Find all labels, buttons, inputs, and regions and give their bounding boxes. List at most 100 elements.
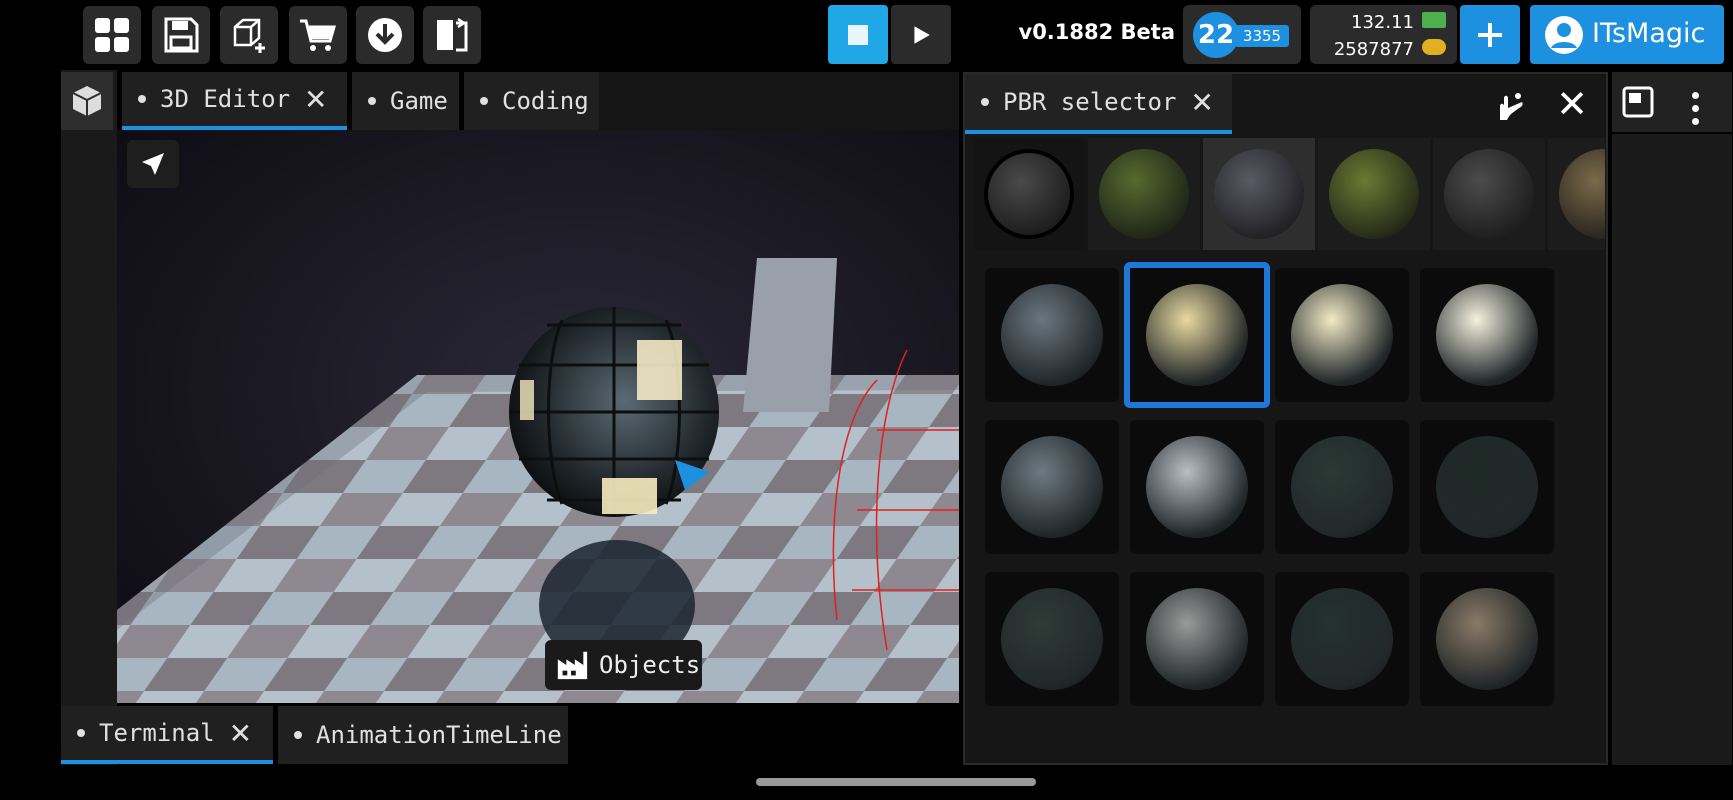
new-cube-icon — [233, 18, 265, 53]
play-icon — [914, 25, 930, 44]
factory-icon — [557, 651, 588, 680]
tab-dot — [480, 97, 488, 105]
close-icon[interactable]: ✕ — [1190, 86, 1213, 119]
tab-label: Game — [390, 87, 448, 115]
version-label: v0.1882 Beta — [1018, 20, 1176, 44]
download-button[interactable] — [356, 6, 414, 64]
new-object-button[interactable] — [220, 6, 278, 64]
play-button[interactable] — [891, 5, 951, 64]
tab-dot — [294, 731, 302, 739]
material-category-strip — [973, 138, 1605, 252]
select-tool-button[interactable] — [127, 140, 179, 188]
tab-3d-editor[interactable]: 3D Editor ✕ — [122, 72, 347, 130]
cube-icon — [72, 86, 102, 116]
level-badge[interactable]: 22 3355 — [1183, 5, 1301, 64]
category-swatch[interactable] — [1088, 138, 1200, 250]
scene-render — [117, 130, 959, 703]
material-preview — [1436, 284, 1538, 386]
material-preview — [1001, 436, 1103, 538]
category-swatch[interactable] — [1548, 138, 1605, 250]
more-vertical-icon — [1691, 92, 1699, 99]
material-tile[interactable] — [1124, 262, 1270, 408]
level-number: 22 — [1193, 12, 1239, 58]
hand-pick-icon — [1500, 93, 1523, 120]
material-tile[interactable] — [985, 268, 1119, 402]
add-button[interactable] — [1460, 5, 1520, 64]
stop-icon — [848, 24, 868, 45]
close-panel-icon[interactable]: ✕ — [1552, 84, 1592, 124]
account-button[interactable]: ITsMagic — [1530, 5, 1724, 64]
material-tile[interactable] — [1275, 572, 1409, 706]
home-indicator — [756, 778, 1036, 786]
user-icon — [1545, 16, 1583, 54]
material-tile[interactable] — [1420, 268, 1554, 402]
right-side-panel — [1612, 134, 1732, 765]
material-tile[interactable] — [1420, 420, 1554, 554]
more-options-button[interactable] — [1684, 82, 1706, 122]
tab-bar-filler — [599, 72, 959, 130]
material-tile[interactable] — [985, 420, 1119, 554]
objects-label: Objects — [599, 651, 701, 679]
material-preview — [1436, 588, 1538, 690]
material-tile[interactable] — [1130, 572, 1264, 706]
select-arrow-icon — [142, 153, 164, 175]
category-swatch[interactable] — [973, 138, 1085, 250]
account-name: ITsMagic — [1592, 18, 1706, 49]
material-preview — [1291, 284, 1393, 386]
material-preview — [1436, 436, 1538, 538]
tab-label: AnimationTimeLine — [316, 721, 562, 749]
category-swatch[interactable] — [1318, 138, 1430, 250]
tab-dot — [981, 98, 989, 106]
category-swatch[interactable] — [1203, 138, 1315, 250]
tab-game[interactable]: Game — [352, 72, 459, 130]
stop-button[interactable] — [828, 5, 888, 64]
objects-button[interactable]: Objects — [545, 640, 702, 690]
left-sidebar — [61, 70, 117, 765]
tab-dot — [77, 729, 85, 737]
material-tile[interactable] — [1130, 420, 1264, 554]
tab-dot — [138, 95, 146, 103]
material-preview — [1001, 588, 1103, 690]
material-preview — [1291, 588, 1393, 690]
currency-panel: 132.11 2587877 — [1310, 5, 1457, 64]
export-icon — [437, 17, 468, 52]
close-icon[interactable]: ✕ — [304, 83, 327, 116]
tab-pbr-selector[interactable]: PBR selector ✕ — [965, 74, 1232, 134]
tab-label: 3D Editor — [160, 85, 291, 113]
tab-animation-timeline[interactable]: AnimationTimeLine — [278, 706, 568, 764]
apps-icon — [95, 18, 129, 52]
coins-value: 2587877 — [1333, 39, 1414, 60]
store-button[interactable] — [289, 6, 347, 64]
window-toggle-button[interactable] — [1620, 84, 1656, 120]
material-preview — [1146, 436, 1248, 538]
material-preview — [1146, 284, 1248, 386]
viewport-3d[interactable]: Objects — [117, 130, 959, 703]
money-value: 132.11 — [1351, 12, 1414, 33]
pick-material-button[interactable] — [1490, 86, 1530, 126]
material-preview — [1146, 588, 1248, 690]
category-swatch[interactable] — [1433, 138, 1545, 250]
tab-coding[interactable]: Coding — [464, 72, 599, 130]
scene-menu-button[interactable] — [61, 72, 113, 130]
material-tile[interactable] — [985, 572, 1119, 706]
material-tile[interactable] — [1275, 420, 1409, 554]
pbr-title: PBR selector — [1003, 88, 1177, 116]
download-icon — [368, 18, 402, 52]
material-grid — [980, 260, 1605, 760]
save-button[interactable] — [152, 6, 210, 64]
tab-label: Terminal — [99, 719, 215, 747]
close-icon[interactable]: ✕ — [229, 717, 252, 750]
plus-icon — [1478, 22, 1502, 47]
save-icon — [164, 17, 199, 53]
material-tile[interactable] — [1275, 268, 1409, 402]
material-preview — [1001, 284, 1103, 386]
tab-terminal[interactable]: Terminal ✕ — [61, 706, 273, 764]
material-tile[interactable] — [1420, 572, 1554, 706]
export-button[interactable] — [423, 6, 481, 64]
apps-button[interactable] — [83, 6, 141, 64]
money-icon — [1422, 12, 1446, 28]
xp-value: 3355 — [1235, 25, 1289, 47]
coins-icon — [1422, 39, 1446, 55]
material-preview — [1291, 436, 1393, 538]
tab-label: Coding — [502, 87, 589, 115]
